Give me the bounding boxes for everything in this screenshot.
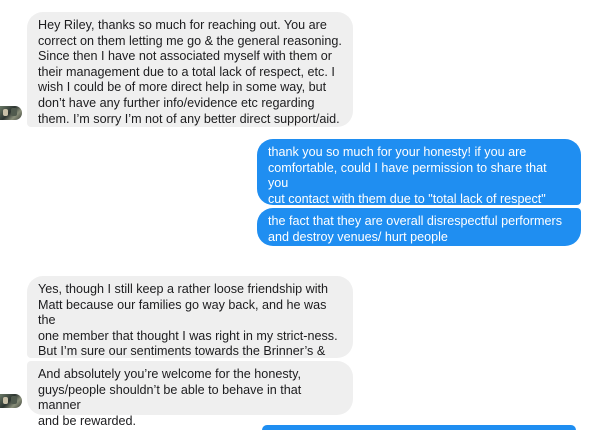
incoming-message[interactable]: Yes, though I still keep a rather loose … [27, 276, 353, 374]
incoming-message[interactable]: And absolutely you’re welcome for the ho… [27, 361, 353, 428]
contact-avatar[interactable] [0, 394, 22, 408]
avatar-figure [3, 397, 8, 404]
outgoing-message[interactable] [262, 425, 576, 430]
avatar-figure [11, 108, 17, 116]
outgoing-message[interactable]: thank you so much for your honesty! if y… [257, 139, 581, 221]
contact-avatar[interactable] [0, 106, 22, 120]
avatar-figure [11, 396, 17, 404]
incoming-message[interactable]: Hey Riley, thanks so much for reaching o… [27, 12, 353, 127]
message-thread: Hey Riley, thanks so much for reaching o… [0, 0, 600, 430]
outgoing-message[interactable]: the fact that they are overall disrespec… [257, 208, 581, 246]
avatar-figure [3, 109, 8, 116]
